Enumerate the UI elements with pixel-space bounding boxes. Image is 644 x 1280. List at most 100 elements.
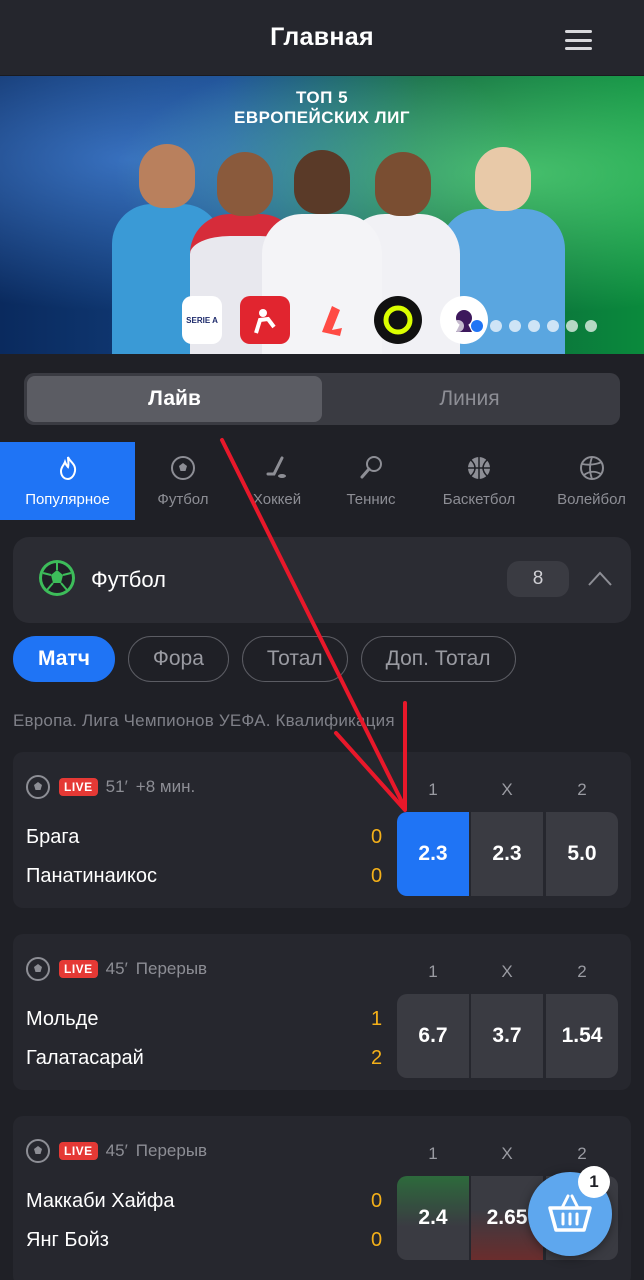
odd-button-2[interactable]: 1.54 xyxy=(546,994,618,1078)
match-status: LIVE 51′ +8 мин. xyxy=(25,774,195,800)
top-header: Главная xyxy=(0,0,644,76)
laliga-logo xyxy=(308,296,356,344)
football-section-header[interactable]: Футбол 8 xyxy=(13,537,631,623)
team-home: Брага xyxy=(26,826,80,848)
odds-header-2: 2 xyxy=(577,780,587,799)
score-home: 1 xyxy=(371,1008,383,1030)
score-away: 0 xyxy=(371,1229,383,1251)
live-line-switch: Лайв Линия xyxy=(24,373,620,425)
team-home: Маккаби Хайфа xyxy=(26,1190,175,1212)
sport-tab-tennis[interactable]: Теннис xyxy=(323,442,419,520)
carousel-dot[interactable] xyxy=(452,320,464,332)
chevron-up-icon[interactable] xyxy=(587,567,612,591)
score-away: 0 xyxy=(371,865,383,887)
odd-button-1[interactable]: 2.3 xyxy=(397,812,469,896)
match-extra: Перерыв xyxy=(135,1141,208,1160)
live-badge: LIVE xyxy=(59,1142,98,1160)
odd-button-1[interactable]: 2.4 xyxy=(397,1176,469,1260)
tab-live[interactable]: Лайв xyxy=(27,376,322,422)
tab-line[interactable]: Линия xyxy=(322,376,617,422)
odds-header-2: 2 xyxy=(577,1144,587,1163)
filter-dop-total[interactable]: Доп. Тотал xyxy=(360,636,516,682)
match-extra: +8 мин. xyxy=(135,777,196,796)
basketball-icon xyxy=(466,455,492,481)
carousel-dot[interactable] xyxy=(528,320,540,332)
sports-tabs: Популярное Футбол Хоккей Теннис Баскетбо… xyxy=(0,442,644,520)
carousel-dot-active[interactable] xyxy=(471,320,483,332)
soccer-ball-icon xyxy=(26,1139,50,1163)
basket-icon xyxy=(548,1194,592,1232)
sport-tab-popular[interactable]: Популярное xyxy=(0,442,135,520)
fire-icon xyxy=(55,455,81,481)
team-away: Панатинаикос xyxy=(26,865,157,887)
page-title: Главная xyxy=(270,23,374,51)
sport-tab-label: Футбол xyxy=(157,490,209,508)
carousel-dot[interactable] xyxy=(566,320,578,332)
sport-tab-label: Баскетбол xyxy=(442,490,516,508)
team-home: Мольде xyxy=(26,1008,99,1030)
match-card[interactable]: LIVE 51′ +8 мин. Брага Панатинаикос 0 0 … xyxy=(13,752,631,908)
league-logos: SERIE A xyxy=(182,296,488,344)
score-home: 0 xyxy=(371,826,383,848)
serie-a-logo: SERIE A xyxy=(182,296,222,344)
odds-header-x: X xyxy=(501,780,513,799)
bet-type-filters: Матч Фора Тотал Доп. Тотал xyxy=(13,636,516,682)
tennis-racket-icon xyxy=(358,455,384,481)
odd-button-2[interactable]: 5.0 xyxy=(546,812,618,896)
odd-button-x[interactable]: 3.7 xyxy=(471,994,543,1078)
carousel-dot[interactable] xyxy=(547,320,559,332)
carousel-dot[interactable] xyxy=(509,320,521,332)
banner-title-line1: ТОП 5 xyxy=(295,88,349,107)
match-count-badge: 8 xyxy=(507,561,569,597)
team-away: Янг Бойз xyxy=(26,1229,109,1251)
sport-tab-label: Теннис xyxy=(346,490,396,508)
soccer-ball-icon xyxy=(37,558,77,603)
section-title: Футбол xyxy=(91,567,166,592)
banner-title-line2: ЕВРОПЕЙСКИХ ЛИГ xyxy=(234,108,410,127)
odd-button-x[interactable]: 2.3 xyxy=(471,812,543,896)
carousel-dot[interactable] xyxy=(585,320,597,332)
odds-header-1: 1 xyxy=(428,780,438,799)
volleyball-icon xyxy=(579,455,605,481)
match-status: LIVE 45′ Перерыв xyxy=(25,956,207,982)
sport-tab-football[interactable]: Футбол xyxy=(135,442,231,520)
league-breadcrumb: Европа. Лига Чемпионов УЕФА. Квалификаци… xyxy=(13,711,395,730)
team-away: Галатасарай xyxy=(26,1047,144,1069)
sport-tab-label: Популярное xyxy=(25,490,110,508)
sport-tab-basketball[interactable]: Баскетбол xyxy=(419,442,539,520)
soccer-ball-icon xyxy=(170,455,196,481)
sport-tab-hockey[interactable]: Хоккей xyxy=(231,442,323,520)
soccer-ball-icon xyxy=(26,775,50,799)
score-home: 0 xyxy=(371,1190,383,1212)
match-extra: Перерыв xyxy=(135,959,208,978)
bundesliga-logo xyxy=(240,296,290,344)
soccer-ball-icon xyxy=(26,957,50,981)
promo-banner[interactable]: ТОП 5 ЕВРОПЕЙСКИХ ЛИГ SERIE A xyxy=(0,76,644,354)
match-minute: 51′ xyxy=(105,777,128,796)
carousel-dot[interactable] xyxy=(490,320,502,332)
odds-header-1: 1 xyxy=(428,962,438,981)
odds-header-2: 2 xyxy=(577,962,587,981)
match-card[interactable]: LIVE 45′ Перерыв Мольде Галатасарай 1 2 … xyxy=(13,934,631,1090)
banner-title: ТОП 5 ЕВРОПЕЙСКИХ ЛИГ xyxy=(0,88,644,128)
odds-header-1: 1 xyxy=(428,1144,438,1163)
match-minute: 45′ xyxy=(105,1141,128,1160)
odd-button-1[interactable]: 6.7 xyxy=(397,994,469,1078)
hockey-stick-icon xyxy=(264,455,290,481)
menu-icon[interactable] xyxy=(565,30,592,50)
filter-total[interactable]: Тотал xyxy=(241,636,348,682)
sport-tab-label: Волейбол xyxy=(557,490,626,508)
match-minute: 45′ xyxy=(105,959,128,978)
carousel-dots[interactable] xyxy=(452,320,597,332)
ligue1-logo xyxy=(374,296,422,344)
sport-tab-volleyball[interactable]: Волейбол xyxy=(539,442,644,520)
filter-fora[interactable]: Фора xyxy=(127,636,229,682)
live-badge: LIVE xyxy=(59,960,98,978)
sport-tab-label: Хоккей xyxy=(252,490,302,508)
bet-slip-count-badge: 1 xyxy=(578,1166,610,1198)
odds-header-x: X xyxy=(501,962,513,981)
score-away: 2 xyxy=(371,1047,383,1069)
live-badge: LIVE xyxy=(59,778,98,796)
odds-header-x: X xyxy=(501,1144,513,1163)
filter-match[interactable]: Матч xyxy=(13,636,115,682)
